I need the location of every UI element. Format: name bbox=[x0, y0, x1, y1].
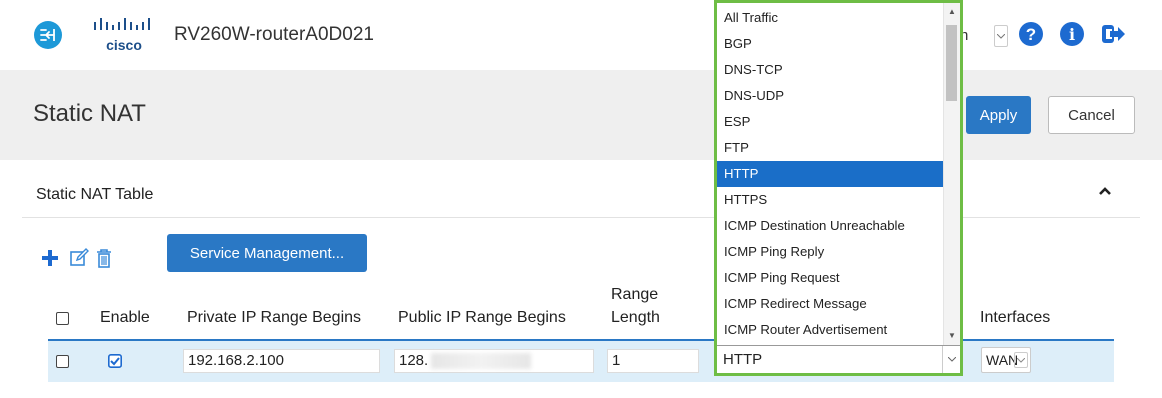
device-name: RV260W-routerA0D021 bbox=[174, 24, 374, 46]
add-icon[interactable] bbox=[40, 248, 60, 268]
service-option-list: All Traffic BGP DNS-TCP DNS-UDP ESP FTP … bbox=[717, 5, 943, 343]
service-option[interactable]: FTP bbox=[717, 135, 943, 161]
title-bar: Static NAT Apply Cancel bbox=[0, 70, 1162, 160]
service-select[interactable]: HTTP bbox=[717, 345, 960, 373]
collapse-up-icon[interactable] bbox=[1098, 184, 1112, 198]
logo-text: cisco bbox=[106, 37, 142, 53]
interface-select[interactable]: WAN bbox=[981, 347, 1031, 373]
col-interfaces: Interfaces bbox=[980, 309, 1050, 327]
cisco-logo: cisco bbox=[92, 16, 156, 56]
cancel-button[interactable]: Cancel bbox=[1048, 96, 1135, 134]
col-enable: Enable bbox=[100, 309, 150, 327]
nav-toggle-icon[interactable] bbox=[34, 21, 62, 49]
range-length-input[interactable]: 1 bbox=[607, 349, 699, 373]
col-range-length-line1: Range bbox=[611, 286, 658, 304]
service-select-value: HTTP bbox=[723, 351, 762, 368]
scrollbar-thumb[interactable] bbox=[946, 25, 957, 101]
header: cisco RV260W-routerA0D021 n ? i bbox=[0, 0, 1162, 70]
service-option[interactable]: ICMP Destination Unreachable bbox=[717, 213, 943, 239]
service-option-selected[interactable]: HTTP bbox=[717, 161, 943, 187]
service-option[interactable]: ICMP Ping Request bbox=[717, 265, 943, 291]
panel-header[interactable]: Static NAT Table bbox=[22, 168, 1140, 218]
col-private-ip: Private IP Range Begins bbox=[187, 309, 361, 327]
col-public-ip: Public IP Range Begins bbox=[398, 309, 566, 327]
service-option[interactable]: HTTPS bbox=[717, 187, 943, 213]
chevron-down-icon bbox=[1014, 352, 1028, 368]
service-option[interactable]: DNS-TCP bbox=[717, 57, 943, 83]
delete-icon[interactable] bbox=[94, 247, 114, 269]
redacted-ip bbox=[431, 353, 531, 369]
service-option[interactable]: ICMP Router Advertisement bbox=[717, 317, 943, 343]
service-option[interactable]: All Traffic bbox=[717, 5, 943, 31]
service-option[interactable]: BGP bbox=[717, 31, 943, 57]
panel-title: Static NAT Table bbox=[36, 186, 153, 204]
apply-button[interactable]: Apply bbox=[966, 96, 1031, 134]
service-dropdown[interactable]: All Traffic BGP DNS-TCP DNS-UDP ESP FTP … bbox=[714, 0, 963, 376]
svg-text:i: i bbox=[1069, 25, 1075, 44]
select-all-checkbox[interactable] bbox=[56, 312, 69, 325]
scroll-down-icon[interactable]: ▼ bbox=[947, 331, 957, 341]
private-ip-input[interactable]: 192.168.2.100 bbox=[183, 349, 380, 373]
chevron-down-icon bbox=[942, 346, 960, 373]
page-title: Static NAT bbox=[33, 100, 146, 128]
info-icon[interactable]: i bbox=[1059, 21, 1085, 47]
logout-icon[interactable] bbox=[1100, 21, 1126, 47]
scroll-up-icon[interactable]: ▲ bbox=[947, 7, 957, 17]
row-enable-checkbox[interactable] bbox=[108, 354, 122, 368]
service-option[interactable]: DNS-UDP bbox=[717, 83, 943, 109]
help-icon[interactable]: ? bbox=[1018, 21, 1044, 47]
svg-text:?: ? bbox=[1026, 25, 1036, 44]
dropdown-scrollbar[interactable]: ▲ ▼ bbox=[943, 3, 960, 345]
col-range-length-line2: Length bbox=[611, 309, 660, 327]
edit-icon[interactable] bbox=[69, 248, 89, 268]
row-select-checkbox[interactable] bbox=[56, 355, 69, 368]
service-option[interactable]: ESP bbox=[717, 109, 943, 135]
language-select[interactable]: n bbox=[960, 25, 1006, 49]
chevron-down-icon bbox=[994, 25, 1008, 47]
service-option[interactable]: ICMP Ping Reply bbox=[717, 239, 943, 265]
service-management-button[interactable]: Service Management... bbox=[167, 234, 367, 272]
service-option[interactable]: ICMP Redirect Message bbox=[717, 291, 943, 317]
